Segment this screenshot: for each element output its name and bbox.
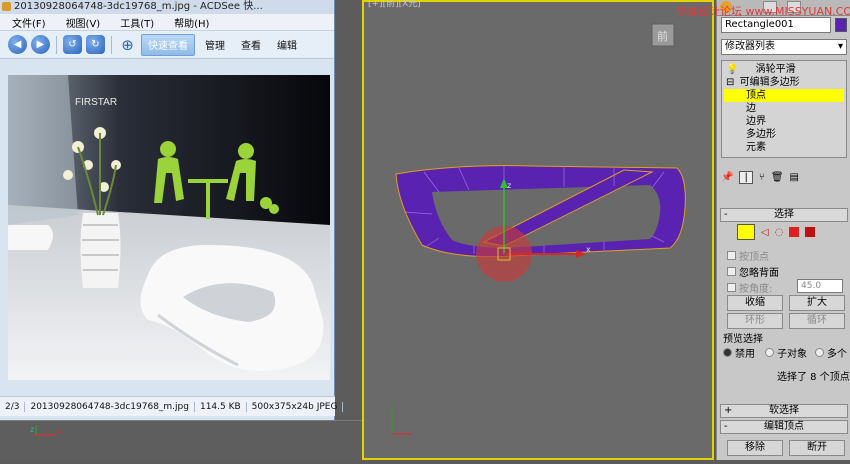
polygon-mode-icon[interactable]: [789, 227, 800, 237]
soft-selection-rollout[interactable]: + 软选择: [720, 404, 848, 418]
menu-view[interactable]: 视图(V): [66, 15, 101, 30]
acdsee-titlebar: 20130928064748-3dc19768_m.jpg - ACDSee 快…: [0, 0, 334, 14]
photo-image: FIRSTAR: [8, 75, 330, 380]
tab-edit[interactable]: 编辑: [271, 34, 303, 56]
status-filename: 20130928064748-3dc19768_m.jpg: [25, 401, 195, 412]
configure-sets-icon[interactable]: ▤: [790, 172, 799, 183]
acdsee-statusbar: 2/3 20130928064748-3dc19768_m.jpg 114.5 …: [0, 396, 344, 416]
object-color-swatch[interactable]: [835, 18, 847, 32]
tab-quick-view[interactable]: 快速查看: [141, 33, 195, 56]
back-arrow-icon[interactable]: ◀: [8, 35, 27, 54]
stack-item-border[interactable]: 边界: [746, 115, 766, 128]
watermark: 思缘设计论坛 www.MISSYUAN.COM: [676, 5, 850, 18]
show-end-result-icon[interactable]: |: [739, 170, 753, 184]
modifier-stack: 💡 涡轮平滑 ⊟ 可编辑多边形 顶点 边 边界 多边形 元素: [721, 60, 847, 158]
lightbulb-icon[interactable]: 💡: [726, 64, 738, 75]
acdsee-title: 20130928064748-3dc19768_m.jpg - ACDSee 快…: [14, 1, 263, 12]
viewport-strip: x z: [0, 420, 362, 460]
pin-stack-icon[interactable]: 📌: [721, 172, 733, 183]
stack-item-polygon[interactable]: 多边形: [746, 128, 776, 141]
viewport-scene: 前 x z: [391, 23, 686, 435]
status-index: 2/3: [0, 401, 26, 412]
tab-manage[interactable]: 管理: [199, 34, 231, 56]
element-mode-icon[interactable]: [805, 227, 816, 237]
rollout-collapse-icon: -: [724, 209, 728, 220]
axis-tripod-viewport: [391, 408, 412, 435]
axis-tripod-bottom: x z: [30, 425, 62, 436]
stack-item-edge[interactable]: 边: [746, 102, 756, 115]
modifier-list-dropdown[interactable]: 修改器列表 ▾: [721, 39, 847, 55]
toolbar-separator: [111, 35, 112, 54]
select-rollout[interactable]: - 选择: [720, 208, 848, 222]
modify-panel: Rectangle001 修改器列表 ▾ 💡 涡轮平滑 ⊟ 可编辑多边形 顶点 …: [716, 0, 850, 460]
subobject-buttons: ◁ ◌: [737, 224, 816, 240]
preview-multi-radio[interactable]: 多个: [815, 345, 847, 360]
acdsee-menubar: 文件(F) 视图(V) 工具(T) 帮助(H): [0, 14, 334, 31]
status-dims: 500x375x24b JPEG: [247, 401, 344, 412]
grow-button[interactable]: 扩大: [789, 295, 845, 311]
stack-item-editable-poly[interactable]: ⊟ 可编辑多边形: [726, 76, 800, 89]
ring-button[interactable]: 环形: [727, 313, 783, 329]
preview-subobject-radio[interactable]: 子对象: [765, 345, 807, 360]
chevron-down-icon: ▾: [837, 41, 843, 52]
stack-item-element[interactable]: 元素: [746, 141, 766, 154]
ignore-backfacing-checkbox[interactable]: 忽略背面: [727, 264, 779, 279]
modifier-list-label: 修改器列表: [725, 41, 775, 52]
angle-spinner[interactable]: 45.0: [797, 279, 843, 293]
vertex-mode-icon[interactable]: [737, 224, 755, 240]
image-view[interactable]: FIRSTAR: [8, 75, 330, 380]
stack-toolbar: 📌 | ⑂ 🗑 ▤: [721, 166, 847, 188]
front-viewport[interactable]: 前 x z: [362, 0, 714, 460]
edge-mode-icon[interactable]: ◁: [761, 227, 769, 238]
menu-help[interactable]: 帮助(H): [174, 15, 209, 30]
selection-info: 选择了 8 个顶点: [777, 372, 850, 383]
acdsee-window: 20130928064748-3dc19768_m.jpg - ACDSee 快…: [0, 0, 344, 420]
edit-vertices-rollout[interactable]: - 编辑顶点: [720, 420, 848, 434]
rotate-right-icon[interactable]: ↻: [86, 35, 105, 54]
shrink-button[interactable]: 收缩: [727, 295, 783, 311]
view-cube[interactable]: 前: [651, 23, 675, 47]
zoom-in-icon[interactable]: ⊕: [118, 35, 137, 54]
acdsee-toolbar: ◀ ▶ ↺ ↻ ⊕ 快速查看 管理 查看 编辑: [0, 31, 334, 59]
loop-button[interactable]: 循环: [789, 313, 845, 329]
menu-file[interactable]: 文件(F): [12, 15, 46, 30]
remove-button[interactable]: 移除: [727, 440, 783, 456]
view-cube-face: 前: [657, 29, 668, 43]
forward-arrow-icon[interactable]: ▶: [31, 35, 50, 54]
gizmo-x-label: x: [586, 245, 591, 254]
object-name-field[interactable]: Rectangle001: [721, 17, 831, 33]
preview-off-radio[interactable]: 禁用: [723, 345, 755, 360]
by-angle-checkbox[interactable]: 按角度:: [727, 280, 772, 295]
collapse-icon[interactable]: ⊟: [726, 77, 734, 88]
rectangle001-mesh[interactable]: [395, 165, 686, 258]
border-mode-icon[interactable]: ◌: [775, 227, 784, 238]
gizmo-z-label: z: [507, 181, 511, 190]
bottom-axis-z-label: z: [30, 425, 34, 434]
break-button[interactable]: 断开: [789, 440, 845, 456]
status-size: 114.5 KB: [195, 401, 247, 412]
menu-tools[interactable]: 工具(T): [120, 15, 154, 30]
tab-view[interactable]: 查看: [235, 34, 267, 56]
bottom-axis-x-label: x: [57, 427, 62, 436]
viewport-label[interactable]: [+][前][X光]: [368, 0, 421, 9]
remove-modifier-icon[interactable]: 🗑: [771, 172, 784, 183]
photo-sign-text: FIRSTAR: [75, 97, 117, 108]
by-vertex-checkbox[interactable]: 按顶点: [727, 248, 769, 263]
make-unique-icon[interactable]: ⑂: [759, 172, 765, 183]
stack-item-turbosmooth[interactable]: 💡 涡轮平滑: [726, 63, 796, 76]
stack-item-vertex[interactable]: 顶点: [724, 89, 844, 102]
toolbar-separator: [56, 35, 57, 54]
acdsee-app-icon: [2, 2, 11, 11]
preview-selection-title: 预览选择: [723, 334, 763, 345]
rotate-left-icon[interactable]: ↺: [63, 35, 82, 54]
